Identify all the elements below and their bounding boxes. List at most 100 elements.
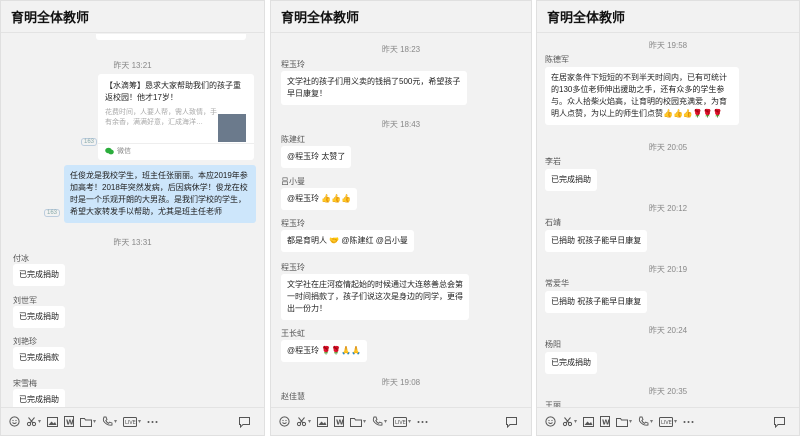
- sender-name: 刘艳珍: [13, 337, 37, 346]
- sender-name: 李岩: [545, 157, 561, 166]
- phone-icon[interactable]: ▾: [638, 414, 653, 430]
- chat-window-1: 育明全体教师 昨天 13:21 【水滴筹】恳求大家帮助我们的孩子重返校园！他才1…: [0, 0, 265, 436]
- timestamp: 昨天 20:12: [648, 204, 688, 213]
- image-icon[interactable]: [47, 414, 59, 430]
- input-toolbar: ▾ W ▾ ▾ LIVE ▾: [271, 407, 531, 435]
- timestamp: 昨天 13:21: [113, 61, 152, 70]
- sender-name: 程玉玲: [281, 263, 305, 272]
- chat-title: 育明全体教师: [11, 10, 90, 25]
- sender-name: 刘世军: [13, 296, 37, 305]
- word-icon[interactable]: W: [334, 414, 345, 430]
- chat-bubble-icon[interactable]: [774, 414, 785, 430]
- message-bubble: 已完成捐助: [13, 389, 65, 407]
- timestamp: 昨天 18:23: [381, 45, 421, 54]
- timestamp: 昨天 19:08: [381, 378, 421, 387]
- sender-name: 陈德军: [545, 55, 569, 64]
- scissors-icon[interactable]: ▾: [562, 414, 577, 430]
- message-bubble: @程玉玲 👍👍👍: [281, 188, 358, 210]
- chat-messages[interactable]: 昨天 18:23 程玉玲 文学社的孩子们用义卖的钱捐了500元，希望孩子早日康复…: [271, 34, 531, 407]
- input-toolbar: ▾ W ▾ ▾ LIVE ▾: [537, 407, 799, 435]
- timestamp: 昨天 19:58: [648, 41, 688, 50]
- svg-text:LIVE: LIVE: [125, 420, 136, 426]
- phone-icon[interactable]: ▾: [372, 414, 387, 430]
- svg-text:LIVE: LIVE: [661, 420, 672, 426]
- message-bubble: 已完成捐款: [13, 347, 65, 369]
- folder-icon[interactable]: ▾: [80, 414, 96, 430]
- chat-window-3: 育明全体教师 昨天 19:58 陈德军 在居家条件下短短的不到半天时间内，已有可…: [536, 0, 800, 436]
- message-bubble: @程玉玲 🌹🌹🙏🙏: [281, 340, 368, 362]
- live-icon[interactable]: LIVE ▾: [393, 414, 411, 430]
- scissors-icon[interactable]: ▾: [296, 414, 311, 430]
- screenshot-collage: 育明全体教师 昨天 13:21 【水滴筹】恳求大家帮助我们的孩子重返校园！他才1…: [0, 0, 800, 436]
- more-icon[interactable]: [683, 414, 694, 430]
- scissors-icon[interactable]: ▾: [26, 414, 41, 430]
- sender-name: 吕小曼: [281, 177, 305, 186]
- outgoing-message: 任俊龙是我校学生，班主任张丽丽。本应2019年参加高考！2018年突然发病，后因…: [64, 165, 256, 223]
- sender-name: 赵佳慧: [281, 392, 305, 401]
- link-card-source: 微信: [105, 146, 131, 156]
- emoji-icon[interactable]: [545, 414, 556, 430]
- timestamp: 昨天 20:35: [648, 387, 688, 396]
- timestamp: 昨天 20:24: [648, 326, 688, 335]
- message-bubble: 文学社在庄河疫情起始的时候通过大连慈善总会第一时间捐款了，孩子们说这次是身边的同…: [281, 274, 469, 320]
- sender-name: 杨阳: [545, 340, 561, 349]
- svg-text:LIVE: LIVE: [395, 420, 406, 426]
- message-bubble: 已捐助 祝孩子能早日康复: [545, 230, 648, 252]
- phone-icon[interactable]: ▾: [102, 414, 117, 430]
- wechat-icon: [105, 147, 114, 155]
- chat-window-2: 育明全体教师 昨天 18:23 程玉玲 文学社的孩子们用义卖的钱捐了500元，希…: [270, 0, 532, 436]
- timestamp: 昨天 13:31: [113, 238, 152, 247]
- live-icon[interactable]: LIVE ▾: [659, 414, 677, 430]
- link-card-description: 花费时间，人要人帮，需人致情，手有余香，满满好意，汇成海洋…: [105, 109, 217, 126]
- emoji-icon[interactable]: [279, 414, 290, 430]
- chat-title: 育明全体教师: [547, 10, 626, 25]
- word-icon[interactable]: W: [600, 414, 611, 430]
- sender-name: 陈建红: [281, 135, 305, 144]
- read-count-badge: 163: [81, 138, 98, 146]
- chat-messages[interactable]: 昨天 19:58 陈德军 在居家条件下短短的不到半天时间内，已有可统计的130多…: [537, 34, 799, 407]
- timestamp: 昨天 20:19: [648, 265, 688, 274]
- sender-name: 常爱华: [545, 279, 569, 288]
- link-card-thumbnail: [218, 114, 246, 142]
- chat-title-bar: 育明全体教师: [271, 1, 531, 33]
- chat-title: 育明全体教师: [281, 10, 360, 25]
- chat-bubble-icon[interactable]: [239, 414, 250, 430]
- chat-messages[interactable]: 昨天 13:21 【水滴筹】恳求大家帮助我们的孩子重返校园！他才17岁！ 花费时…: [1, 34, 264, 407]
- sender-name: 石靖: [545, 218, 561, 227]
- timestamp: 昨天 18:43: [381, 120, 421, 129]
- word-icon[interactable]: W: [64, 414, 75, 430]
- message-bubble: 在居家条件下短短的不到半天时间内，已有可统计的130多位老师伸出援助之手，还有众…: [545, 67, 739, 125]
- sender-name: 付冰: [13, 254, 29, 263]
- svg-text:W: W: [602, 419, 610, 427]
- message-fragment: [96, 34, 246, 40]
- input-toolbar: ▾ W ▾ ▾ LIVE ▾: [1, 407, 264, 435]
- chat-title-bar: 育明全体教师: [1, 1, 264, 33]
- svg-text:W: W: [66, 419, 74, 427]
- link-card-title: 【水滴筹】恳求大家帮助我们的孩子重返校园！他才17岁！: [105, 81, 241, 102]
- sender-name: 王长虹: [281, 329, 305, 338]
- message-bubble: 已完成捐助: [13, 264, 65, 286]
- message-bubble: 已完成捐助: [545, 352, 597, 374]
- message-bubble: 已完成捐助: [545, 169, 597, 191]
- image-icon[interactable]: [583, 414, 595, 430]
- sender-name: 王丽: [545, 401, 561, 407]
- link-card[interactable]: 【水滴筹】恳求大家帮助我们的孩子重返校园！他才17岁！ 花费时间，人要人帮，需人…: [98, 74, 254, 160]
- message-bubble: 已捐助 祝孩子能早日康复: [545, 291, 648, 313]
- sender-name: 程玉玲: [281, 219, 305, 228]
- message-bubble: 都是育明人 🤝 @陈建红 @吕小曼: [281, 230, 414, 252]
- more-icon[interactable]: [417, 414, 428, 430]
- sender-name: 宋雪梅: [13, 379, 37, 388]
- sender-name: 程玉玲: [281, 60, 305, 69]
- more-icon[interactable]: [147, 414, 158, 430]
- live-icon[interactable]: LIVE ▾: [123, 414, 141, 430]
- chat-title-bar: 育明全体教师: [537, 1, 799, 33]
- folder-icon[interactable]: ▾: [350, 414, 366, 430]
- svg-text:W: W: [336, 419, 344, 427]
- emoji-icon[interactable]: [9, 414, 20, 430]
- timestamp: 昨天 20:05: [648, 143, 688, 152]
- message-bubble: @程玉玲 太赞了: [281, 146, 352, 168]
- folder-icon[interactable]: ▾: [616, 414, 632, 430]
- message-bubble: 文学社的孩子们用义卖的钱捐了500元，希望孩子早日康复！: [281, 71, 467, 105]
- image-icon[interactable]: [317, 414, 329, 430]
- chat-bubble-icon[interactable]: [506, 414, 517, 430]
